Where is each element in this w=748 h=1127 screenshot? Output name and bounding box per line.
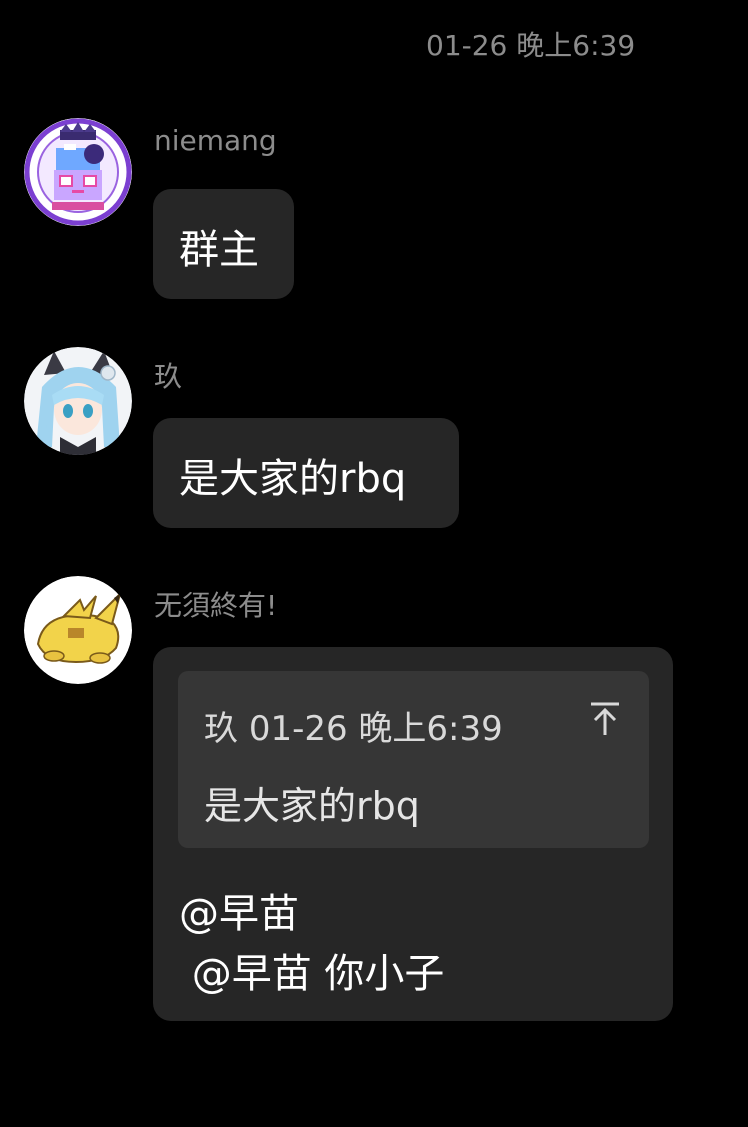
quoted-text: 是大家的rbq [204, 784, 420, 828]
sender-name: 无須終有! [154, 589, 278, 622]
message-text: 是大家的rbq [179, 456, 407, 502]
reply-message-bubble[interactable]: 玖 01-26 晚上6:39 是大家的rbq @早苗 @早苗 你小子 [153, 647, 673, 1021]
pikachu-avatar-icon[interactable] [24, 576, 132, 684]
quoted-message[interactable]: 玖 01-26 晚上6:39 是大家的rbq [178, 671, 649, 848]
chat-timestamp: 01-26 晚上6:39 [426, 29, 636, 62]
message-bubble[interactable]: 群主 [153, 189, 294, 299]
reply-text-line: @早苗 [179, 891, 299, 937]
message-text: 群主 [179, 227, 259, 273]
jump-to-message-icon[interactable] [589, 701, 621, 737]
quoted-message-meta: 玖 01-26 晚上6:39 [204, 701, 503, 750]
crown-pixel-avatar-icon[interactable] [24, 118, 132, 226]
message-bubble[interactable]: 是大家的rbq [153, 418, 459, 528]
reply-text-line: @早苗 你小子 [179, 951, 445, 997]
anime-catgirl-avatar-icon[interactable] [24, 347, 132, 455]
sender-name: 玖 [154, 360, 183, 393]
quoted-time: 01-26 晚上6:39 [248, 709, 503, 749]
quoted-author: 玖 [204, 709, 238, 749]
sender-name: niemang [154, 124, 277, 157]
